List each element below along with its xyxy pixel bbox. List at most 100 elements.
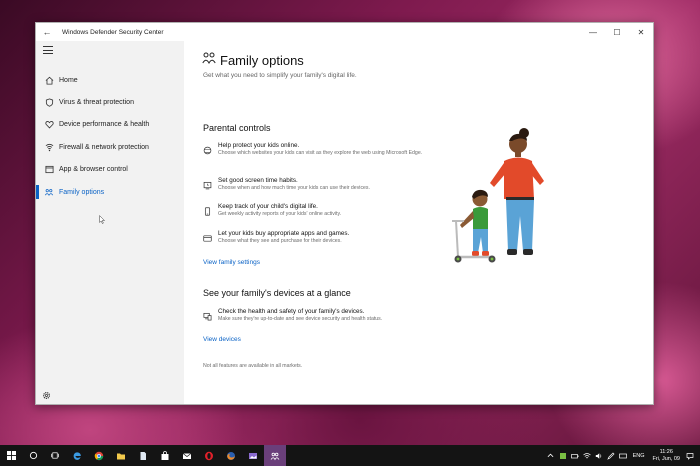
availability-note: Not all features are available in all ma… (203, 363, 303, 369)
system-clock[interactable]: 11:26 Fri, Jun, 09 (652, 449, 680, 463)
view-family-settings-link[interactable]: View family settings (203, 259, 260, 266)
item-description: Get weekly activity reports of your kids… (218, 211, 342, 217)
input-language[interactable]: ENG (633, 453, 645, 459)
item-description: Choose what they see and purchase for th… (218, 238, 342, 244)
main-content: Family options Get what you need to simp… (184, 41, 653, 404)
sidebar-item-label: Firewall & network protection (59, 143, 149, 151)
close-button[interactable]: ✕ (629, 28, 653, 37)
taskbar-app-mail[interactable] (176, 445, 198, 466)
network-icon (44, 142, 54, 152)
taskbar-app-opera[interactable] (198, 445, 220, 466)
taskbar-app-explorer[interactable] (110, 445, 132, 466)
page-subtitle: Get what you need to simplify your famil… (203, 72, 357, 79)
view-devices-link[interactable]: View devices (203, 336, 241, 343)
taskbar-app-defender[interactable] (264, 445, 286, 466)
pen-icon[interactable] (605, 445, 617, 466)
parental-controls-heading: Parental controls (203, 123, 271, 133)
start-button[interactable] (0, 445, 22, 466)
heart-icon (44, 120, 54, 130)
globe-icon (203, 142, 213, 155)
tray-app-icon[interactable] (557, 445, 569, 466)
item-title: Help protect your kids online. (218, 142, 300, 149)
edge-icon (73, 451, 81, 460)
sidebar-item-label: Device performance & health (59, 121, 150, 129)
list-item: Keep track of your child's digital life.… (203, 203, 341, 218)
item-description: Make sure they're up-to-date and see dev… (218, 316, 383, 322)
item-description: Choose which websites your kids can visi… (218, 150, 423, 156)
folder-icon (117, 453, 125, 459)
sidebar-item-label: Family options (59, 188, 105, 196)
taskbar-app-store[interactable] (154, 445, 176, 466)
clock-date: Fri, Jun, 09 (652, 455, 680, 462)
network-status-icon[interactable] (581, 445, 593, 466)
sidebar-item-label: Virus & threat protection (59, 99, 134, 107)
sidebar-item-virus-threat[interactable]: Virus & threat protection (36, 91, 184, 113)
taskbar-app-firefox[interactable] (220, 445, 242, 466)
windows-logo-icon (6, 451, 16, 460)
card-icon (203, 230, 213, 242)
task-view-button[interactable] (44, 445, 66, 466)
item-title: Check the health and safety of your fami… (218, 308, 365, 315)
app-window: ← Windows Defender Security Center — ☐ ✕… (35, 22, 654, 405)
cortana-circle-icon (29, 451, 37, 460)
sidebar-item-device-health[interactable]: Device performance & health (36, 114, 184, 136)
sidebar-item-home[interactable]: Home (36, 69, 184, 91)
taskbar-app-photos[interactable] (242, 445, 264, 466)
taskbar-app-edge[interactable] (66, 445, 88, 466)
document-icon (140, 451, 146, 460)
shield-icon (44, 98, 54, 108)
hamburger-menu-icon[interactable] (43, 46, 53, 54)
item-title: Keep track of your child's digital life. (218, 203, 318, 210)
maximize-button[interactable]: ☐ (605, 28, 629, 37)
sidebar-nav: Home Virus & threat protection Device pe… (36, 69, 184, 203)
taskbar-app-chrome[interactable] (88, 445, 110, 466)
clock-time: 11:26 (659, 448, 673, 455)
item-title: Set good screen time habits. (218, 177, 298, 184)
page-header: Family options (202, 51, 304, 69)
defender-family-icon (270, 452, 280, 460)
minimize-button[interactable]: — (581, 28, 605, 37)
firefox-icon (227, 451, 235, 460)
title-bar: ← Windows Defender Security Center — ☐ ✕ (36, 23, 653, 41)
sidebar: Home Virus & threat protection Device pe… (36, 41, 184, 404)
home-icon (44, 75, 54, 85)
volume-icon[interactable] (593, 445, 605, 466)
list-item: Help protect your kids online. Choose wh… (203, 142, 422, 157)
phone-icon (203, 203, 213, 216)
back-arrow-icon[interactable]: ← (36, 27, 58, 37)
family-icon (202, 51, 216, 69)
mail-icon (182, 452, 192, 459)
list-item: Set good screen time habits. Choose when… (203, 177, 370, 192)
app-window-icon (44, 165, 54, 175)
mouse-cursor-icon (99, 215, 105, 224)
photos-icon (249, 452, 257, 459)
sidebar-item-label: App & browser control (59, 166, 128, 174)
family-icon (44, 187, 54, 197)
sidebar-item-firewall[interactable]: Firewall & network protection (36, 136, 184, 158)
list-item: Check the health and safety of your fami… (203, 308, 382, 323)
task-view-icon (51, 452, 59, 459)
list-item: Let your kids buy appropriate apps and g… (203, 230, 349, 245)
opera-icon (205, 451, 213, 460)
item-title: Let your kids buy appropriate apps and g… (218, 230, 350, 237)
action-center-icon[interactable] (684, 445, 696, 466)
clock-icon (203, 177, 213, 190)
family-illustration (442, 121, 552, 266)
settings-gear-icon[interactable] (42, 387, 51, 400)
cortana-button[interactable] (22, 445, 44, 466)
taskbar-app-files[interactable] (132, 445, 154, 466)
tray-overflow-chevron-icon[interactable] (545, 445, 557, 466)
item-description: Choose when and how much time your kids … (218, 185, 370, 191)
devices-heading: See your family's devices at a glance (203, 288, 351, 298)
sidebar-item-label: Home (59, 76, 78, 84)
sidebar-item-family-options[interactable]: Family options (36, 181, 184, 203)
store-bag-icon (161, 450, 169, 460)
window-title: Windows Defender Security Center (62, 28, 164, 36)
battery-icon[interactable] (569, 445, 581, 466)
chrome-icon (94, 451, 104, 460)
page-title: Family options (220, 52, 304, 68)
devices-icon (203, 308, 213, 321)
sidebar-item-app-browser[interactable]: App & browser control (36, 159, 184, 181)
system-tray: ENG 11:26 Fri, Jun, 09 (545, 445, 696, 466)
keyboard-icon[interactable] (617, 445, 629, 466)
